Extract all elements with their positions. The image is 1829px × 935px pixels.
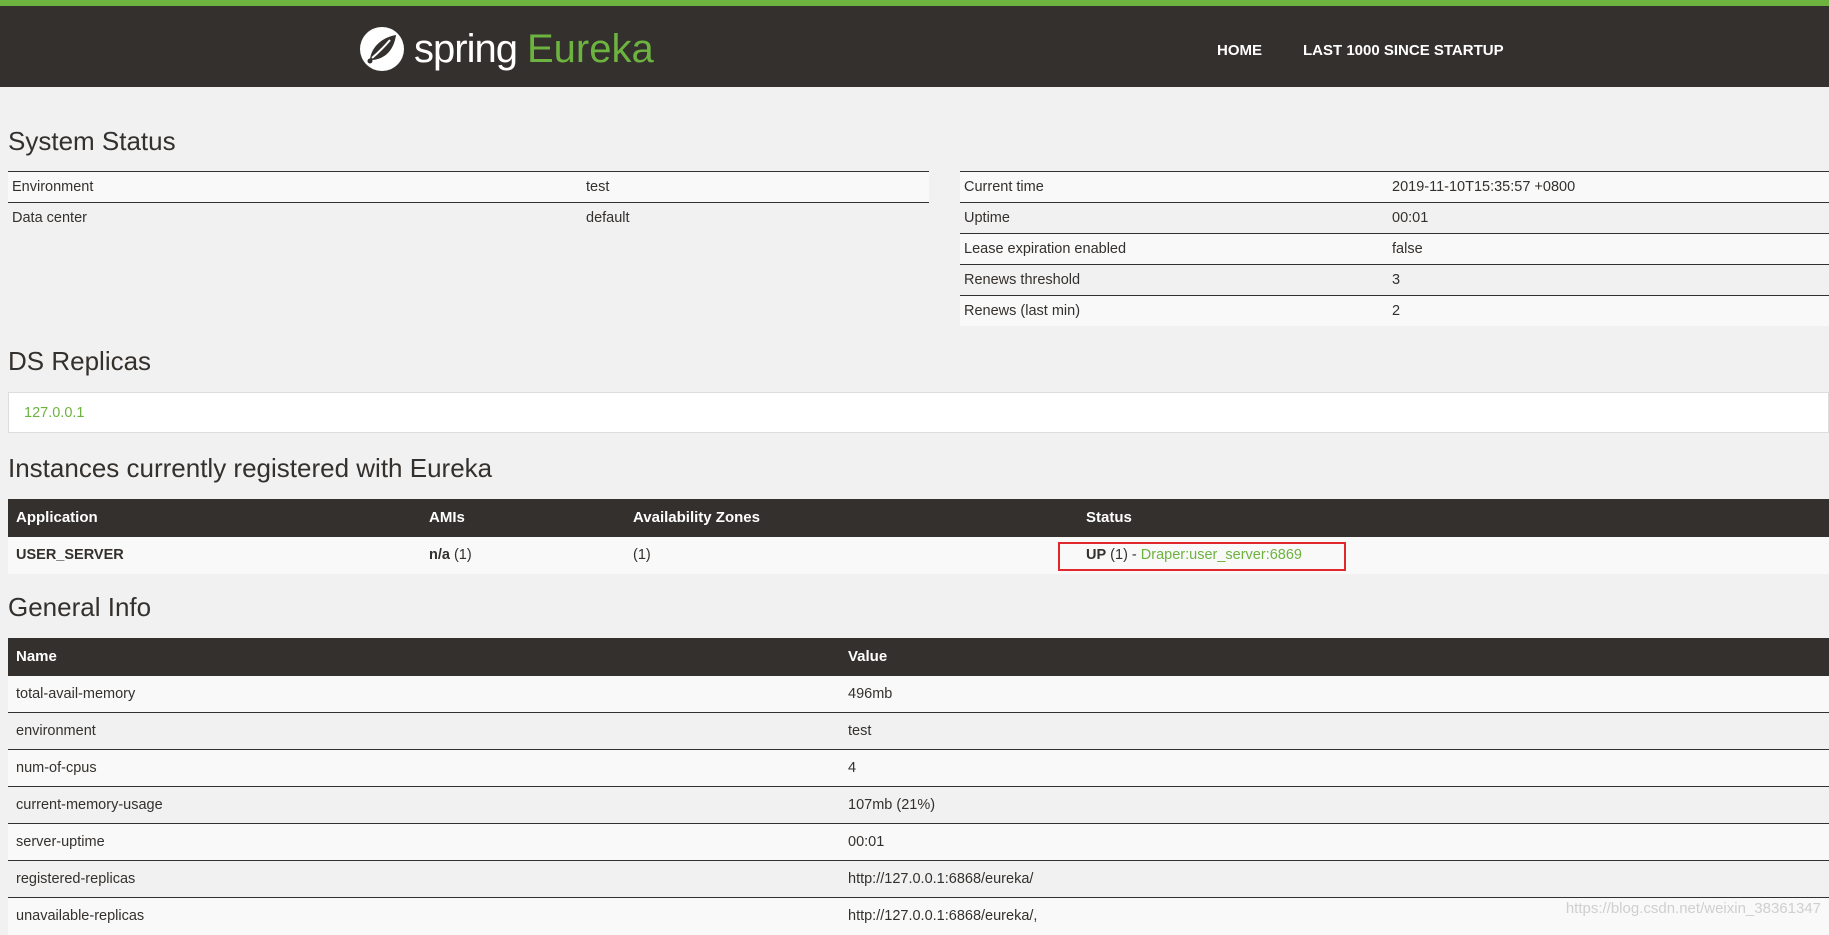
- info-name: server-uptime: [8, 823, 840, 861]
- instance-zones: (1): [625, 536, 1078, 574]
- table-row: unavailable-replicas http://127.0.0.1:68…: [8, 897, 1829, 935]
- col-amis: AMIs: [421, 499, 625, 537]
- system-status-title: System Status: [8, 126, 176, 156]
- col-name: Name: [8, 638, 840, 676]
- instance-amis: n/a (1): [421, 536, 625, 574]
- info-value: 496mb: [840, 675, 1829, 713]
- status-key: Renews (last min): [960, 295, 1388, 326]
- status-value: 2: [1388, 295, 1829, 326]
- info-value: 00:01: [840, 823, 1829, 861]
- info-name: unavailable-replicas: [8, 897, 840, 935]
- top-nav-bar: spring Eureka HOME LAST 1000 SINCE START…: [0, 0, 1829, 87]
- general-info-title: General Info: [8, 592, 152, 622]
- info-name: total-avail-memory: [8, 675, 840, 713]
- replica-link[interactable]: 127.0.0.1: [24, 405, 84, 421]
- status-row: Renews threshold 3: [960, 264, 1829, 296]
- info-name: registered-replicas: [8, 860, 840, 898]
- status-key: Data center: [8, 202, 582, 233]
- table-row: server-uptime 00:01: [8, 823, 1829, 861]
- system-status-right-table: Current time 2019-11-10T15:35:57 +0800 U…: [960, 171, 1829, 326]
- general-info-table: Name Value total-avail-memory 496mb envi…: [8, 638, 1829, 935]
- info-value: http://127.0.0.1:6868/eureka/: [840, 860, 1829, 898]
- nav-last-1000-link[interactable]: LAST 1000 SINCE STARTUP: [1303, 42, 1504, 59]
- status-row: Uptime 00:01: [960, 202, 1829, 234]
- table-row: registered-replicas http://127.0.0.1:686…: [8, 860, 1829, 898]
- status-key: Renews threshold: [960, 264, 1388, 296]
- status-key: Lease expiration enabled: [960, 233, 1388, 265]
- spring-eureka-logo[interactable]: spring Eureka: [358, 24, 654, 74]
- col-availability-zones: Availability Zones: [625, 499, 1078, 537]
- ami-value: n/a: [429, 547, 450, 564]
- watermark-text: https://blog.csdn.net/weixin_38361347: [1565, 900, 1821, 917]
- status-row: Renews (last min) 2: [960, 295, 1829, 326]
- general-header-row: Name Value: [8, 638, 1829, 676]
- col-status: Status: [1078, 499, 1829, 537]
- system-status-left-table: Environment test Data center default: [8, 171, 929, 233]
- instances-header-row: Application AMIs Availability Zones Stat…: [8, 499, 1829, 537]
- ds-replicas-title: DS Replicas: [8, 346, 152, 376]
- highlight-box: [1058, 542, 1346, 571]
- status-row: Current time 2019-11-10T15:35:57 +0800: [960, 171, 1829, 203]
- ami-count: (1): [449, 547, 472, 564]
- brand-spring-text: spring: [414, 26, 518, 71]
- status-value: false: [1388, 233, 1829, 265]
- info-value: test: [840, 712, 1829, 750]
- info-name: num-of-cpus: [8, 749, 840, 787]
- status-value: 00:01: [1388, 202, 1829, 234]
- status-value: 2019-11-10T15:35:57 +0800: [1388, 171, 1829, 203]
- table-row: USER_SERVER n/a (1) (1) UP (1) - Draper:…: [8, 536, 1829, 574]
- status-row: Environment test: [8, 171, 929, 203]
- table-row: current-memory-usage 107mb (21%): [8, 786, 1829, 824]
- status-row: Data center default: [8, 202, 929, 233]
- status-value: 3: [1388, 264, 1829, 296]
- col-value: Value: [840, 638, 1829, 676]
- info-name: current-memory-usage: [8, 786, 840, 824]
- table-row: total-avail-memory 496mb: [8, 675, 1829, 713]
- instances-table: Application AMIs Availability Zones Stat…: [8, 499, 1829, 574]
- nav-home-link[interactable]: HOME: [1217, 42, 1262, 59]
- status-key: Current time: [960, 171, 1388, 203]
- info-name: environment: [8, 712, 840, 750]
- col-application: Application: [8, 499, 421, 537]
- info-value: 4: [840, 749, 1829, 787]
- brand-eureka-text: Eureka: [526, 26, 654, 71]
- table-row: environment test: [8, 712, 1829, 750]
- instance-application: USER_SERVER: [8, 536, 421, 574]
- instances-title: Instances currently registered with Eure…: [8, 453, 493, 483]
- info-value: 107mb (21%): [840, 786, 1829, 824]
- spring-leaf-icon: [360, 27, 404, 71]
- table-row: num-of-cpus 4: [8, 749, 1829, 787]
- status-key: Uptime: [960, 202, 1388, 234]
- status-row: Lease expiration enabled false: [960, 233, 1829, 265]
- status-value: default: [582, 202, 929, 233]
- ds-replicas-panel: 127.0.0.1: [8, 392, 1829, 433]
- status-key: Environment: [8, 171, 582, 203]
- status-value: test: [582, 171, 929, 203]
